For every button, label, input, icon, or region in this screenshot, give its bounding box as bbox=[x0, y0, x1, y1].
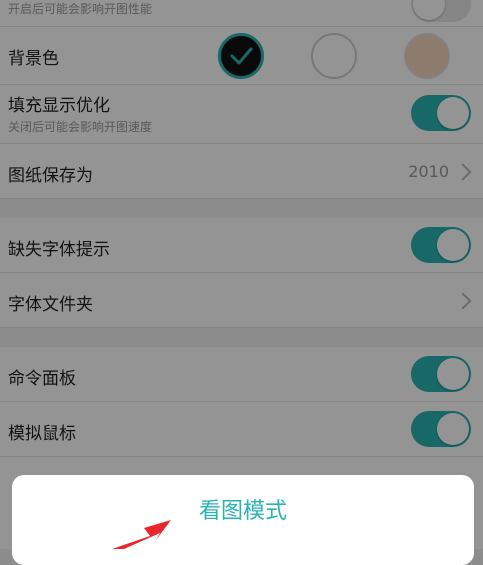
action-sheet: 看图模式 bbox=[12, 475, 474, 565]
view-mode-option[interactable]: 看图模式 bbox=[12, 493, 474, 525]
modal-overlay[interactable] bbox=[0, 0, 483, 549]
